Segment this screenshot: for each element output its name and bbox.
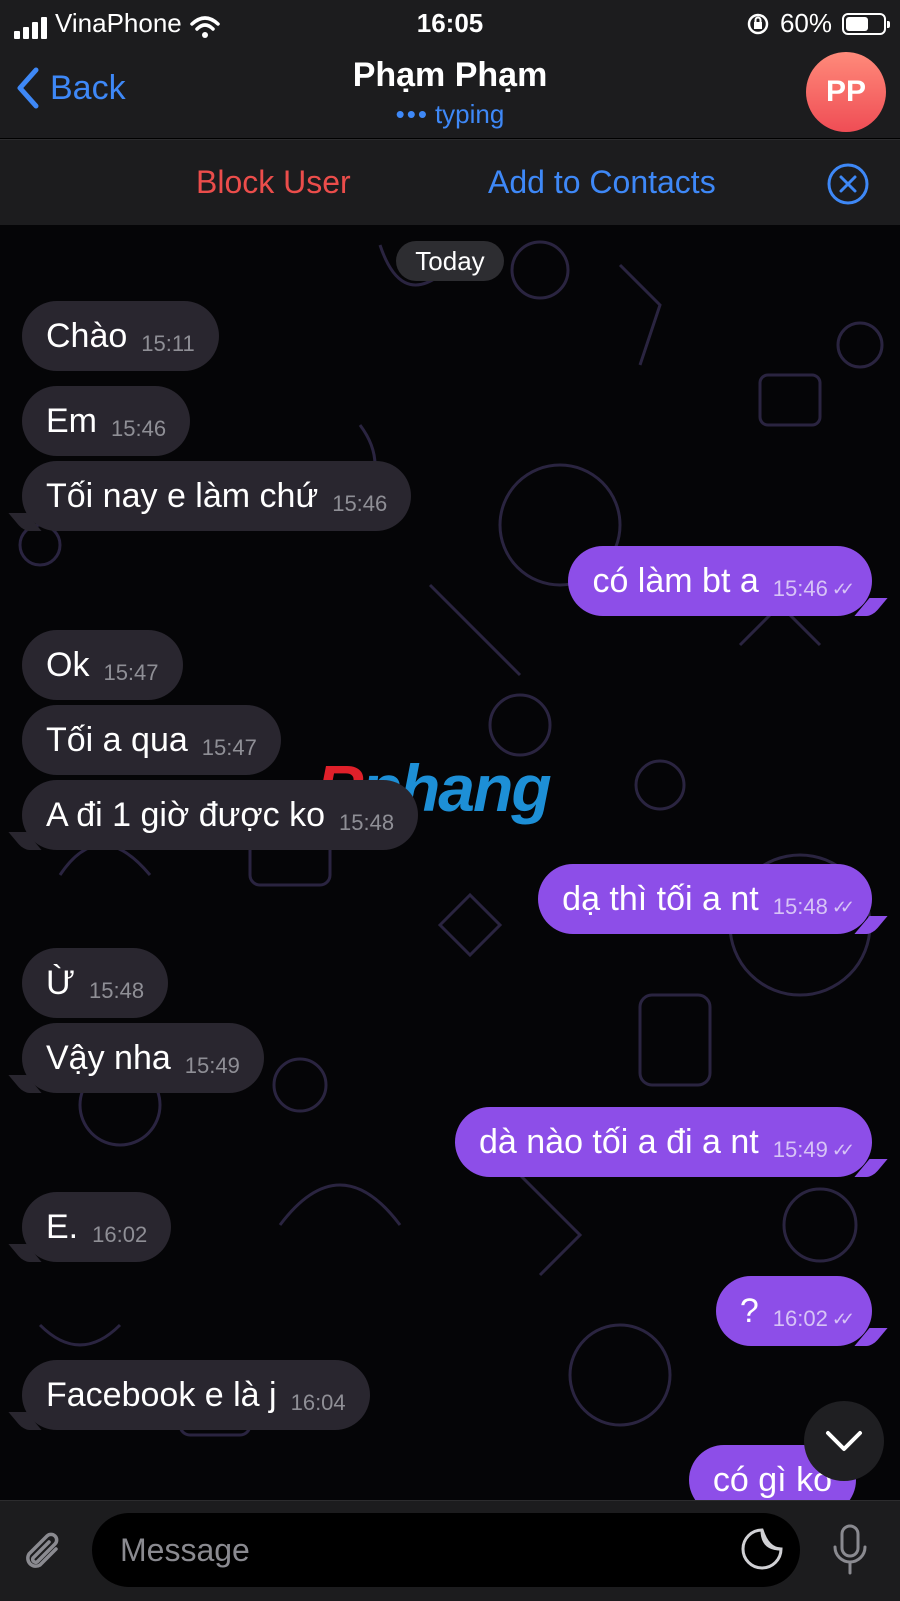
message-input[interactable] [118,1525,702,1575]
chevron-down-icon [826,1431,862,1451]
message-field [92,1513,800,1587]
message-outgoing[interactable]: dạ thì tối a nt 15:48 ✓✓ [538,864,872,934]
message-time: 15:11 [141,331,195,356]
contact-name: Phạm Phạm [352,56,548,94]
message-text: Tối nay e làm chứ [46,476,319,515]
contact-title[interactable]: Phạm Phạm ••• typing [0,56,900,130]
chat-header: Back Phạm Phạm ••• typing PP [0,48,900,138]
block-user-button[interactable]: Block User [196,164,351,201]
message-time: 15:48 [89,978,145,1003]
message-outgoing[interactable]: có làm bt a 15:46 ✓✓ [568,546,872,616]
message-incoming[interactable]: Chào 15:11 [22,301,219,371]
battery-percent: 60% [779,8,832,38]
read-checkmarks-icon: ✓✓ [831,896,855,917]
message-composer [0,1500,900,1601]
message-text: A đi 1 giờ được ko [46,795,326,834]
message-incoming[interactable]: Tối a qua 15:47 [22,705,281,775]
rotation-lock-icon [747,13,769,34]
message-text: ? [739,1291,759,1330]
message-text: dạ thì tối a nt [562,879,759,918]
add-to-contacts-button[interactable]: Add to Contacts [488,164,716,201]
message-incoming[interactable]: Em 15:46 [22,386,191,456]
message-time: 15:46 [772,576,828,601]
avatar[interactable]: PP [806,52,886,132]
message-text: Ok [46,645,90,684]
scroll-to-bottom-button[interactable] [804,1401,884,1481]
message-incoming[interactable]: Ok 15:47 [22,630,183,700]
message-time: 15:47 [201,735,257,760]
read-checkmarks-icon: ✓✓ [831,1308,855,1329]
typing-dots-icon: ••• [395,99,429,129]
message-text: có làm bt a [592,561,759,600]
contact-action-bar: Block User Add to Contacts [0,139,900,226]
paperclip-icon[interactable] [20,1529,68,1577]
message-time: 16:02 [92,1222,148,1247]
message-incoming[interactable]: E. 16:02 [22,1192,172,1262]
message-time: 16:02 [772,1306,828,1331]
read-checkmarks-icon: ✓✓ [831,1139,855,1160]
microphone-icon[interactable] [830,1523,870,1577]
message-time: 15:47 [103,660,159,685]
message-text: E. [46,1207,79,1246]
message-text: Facebook e là j [46,1375,277,1414]
status-right: 60% [746,8,890,39]
date-separator: Today [396,241,504,281]
message-text: Em [46,401,97,440]
chat-history[interactable]: Today Rphang Chào 15:11 Em 15:46 Tối nay… [0,225,900,1500]
message-incoming[interactable]: Tối nay e làm chứ 15:46 [22,461,412,531]
battery-icon [842,12,890,35]
read-checkmarks-icon: ✓✓ [831,578,855,599]
message-time: 16:04 [290,1390,346,1415]
message-time: 15:49 [184,1053,240,1078]
typing-label: typing [434,99,505,129]
sticker-icon[interactable] [740,1527,784,1571]
message-incoming[interactable]: Ừ 15:48 [22,948,169,1018]
message-text: dà nào tối a đi a nt [478,1122,759,1161]
message-text: Chào [46,316,128,355]
message-time: 15:46 [332,491,388,516]
message-text: Tối a qua [46,720,188,759]
message-text: Vậy nha [46,1038,171,1077]
message-time: 15:48 [339,810,395,835]
battery-level [846,16,868,31]
message-incoming[interactable]: Facebook e là j 16:04 [22,1360,370,1430]
close-icon[interactable] [826,162,870,206]
message-incoming[interactable]: A đi 1 giờ được ko 15:48 [22,780,419,850]
message-time: 15:49 [772,1137,828,1162]
message-outgoing[interactable]: dà nào tối a đi a nt 15:49 ✓✓ [454,1107,872,1177]
message-outgoing[interactable]: ? 16:02 ✓✓ [715,1276,872,1346]
message-time: 15:46 [111,416,167,441]
typing-indicator: ••• typing [0,99,900,130]
message-incoming[interactable]: Vậy nha 15:49 [22,1023,264,1093]
message-time: 15:48 [772,894,828,919]
status-bar: VinaPhone 16:05 60% [0,0,900,48]
message-text: Ừ [46,963,76,1002]
